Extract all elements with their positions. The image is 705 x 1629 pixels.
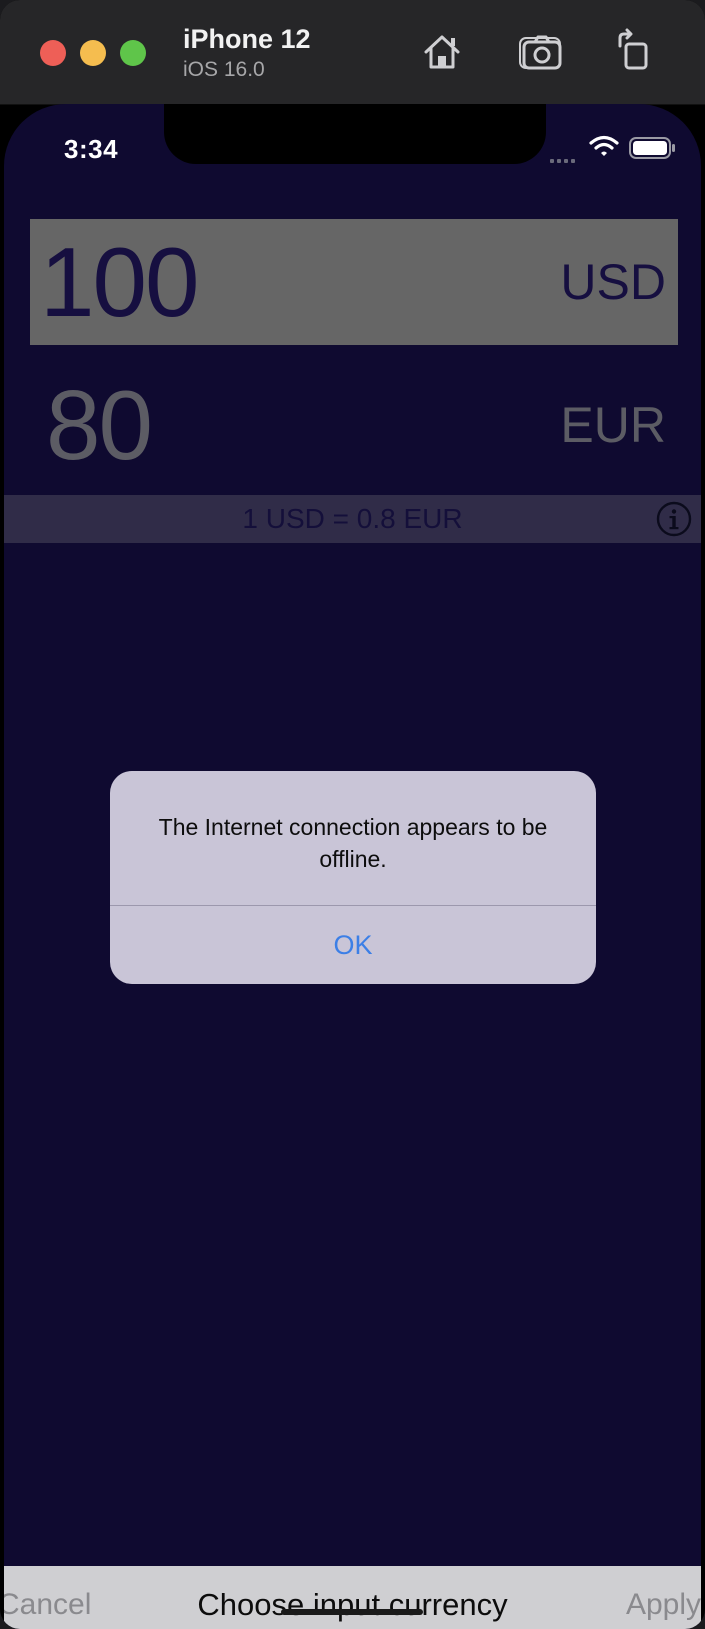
output-amount: 80 — [46, 370, 153, 480]
simulator-window: iPhone 12 iOS 16.0 3:34 100 USD 80 EUR 1… — [0, 0, 705, 1629]
close-window-button[interactable] — [40, 40, 66, 66]
picker-title: Choose input currency — [197, 1587, 508, 1622]
wifi-icon — [589, 134, 619, 158]
zoom-window-button[interactable] — [120, 40, 146, 66]
rotate-icon[interactable] — [610, 28, 658, 76]
alert-message: The Internet connection appears to be of… — [158, 814, 548, 872]
rotate-icon-graphic — [618, 28, 648, 70]
info-icon[interactable] — [656, 501, 692, 537]
screenshot-icon-graphic — [519, 35, 562, 70]
minimize-window-button[interactable] — [80, 40, 106, 66]
output-currency-row[interactable]: 80 EUR — [30, 362, 678, 488]
device-notch — [164, 104, 546, 164]
status-time: 3:34 — [64, 134, 119, 164]
exchange-rate-text: 1 USD = 0.8 EUR — [242, 503, 463, 534]
home-icon-graphic — [424, 35, 460, 69]
picker-apply-button[interactable]: Apply — [626, 1566, 701, 1629]
offline-alert-dialog: The Internet connection appears to be of… — [110, 771, 596, 984]
input-currency-row[interactable]: 100 USD — [30, 219, 678, 345]
home-icon[interactable] — [418, 28, 466, 76]
currency-picker-toolbar: Cancel Choose input currency Apply — [4, 1566, 701, 1629]
phone-screen: 3:34 100 USD 80 EUR 1 USD = 0.8 EUR The … — [4, 104, 701, 1629]
home-indicator[interactable] — [281, 1609, 423, 1615]
input-currency-code[interactable]: USD — [560, 219, 666, 345]
simulator-title-bar: iPhone 12 iOS 16.0 — [0, 0, 705, 105]
alert-ok-button[interactable]: OK — [110, 906, 596, 984]
screenshot-icon[interactable] — [518, 28, 566, 76]
device-os-version: iOS 16.0 — [183, 58, 265, 81]
exchange-rate-bar: 1 USD = 0.8 EUR — [4, 495, 701, 543]
output-currency-code[interactable]: EUR — [560, 362, 666, 488]
battery-icon — [629, 137, 675, 159]
input-amount[interactable]: 100 — [40, 219, 200, 345]
device-name: iPhone 12 — [183, 24, 311, 54]
cellular-icon — [550, 150, 580, 163]
